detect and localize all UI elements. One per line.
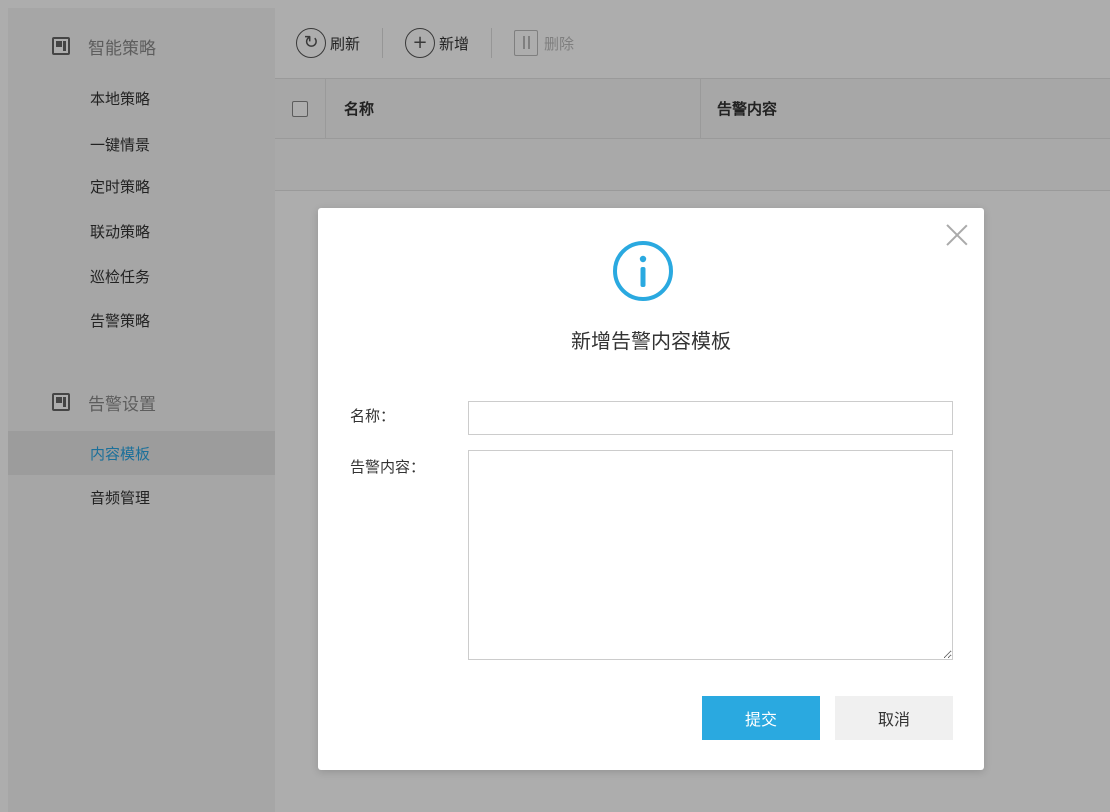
close-icon[interactable] [946, 224, 968, 246]
content-textarea[interactable] [468, 450, 953, 660]
submit-button[interactable]: 提交 [702, 696, 820, 740]
info-icon [613, 241, 673, 301]
content-label: 告警内容： [350, 458, 426, 476]
add-template-dialog: 新增告警内容模板 名称： 告警内容： 提交 取消 [318, 208, 984, 770]
name-input[interactable] [468, 401, 953, 435]
name-label: 名称： [350, 407, 396, 425]
cancel-button[interactable]: 取消 [835, 696, 953, 740]
dialog-title: 新增告警内容模板 [571, 329, 731, 353]
